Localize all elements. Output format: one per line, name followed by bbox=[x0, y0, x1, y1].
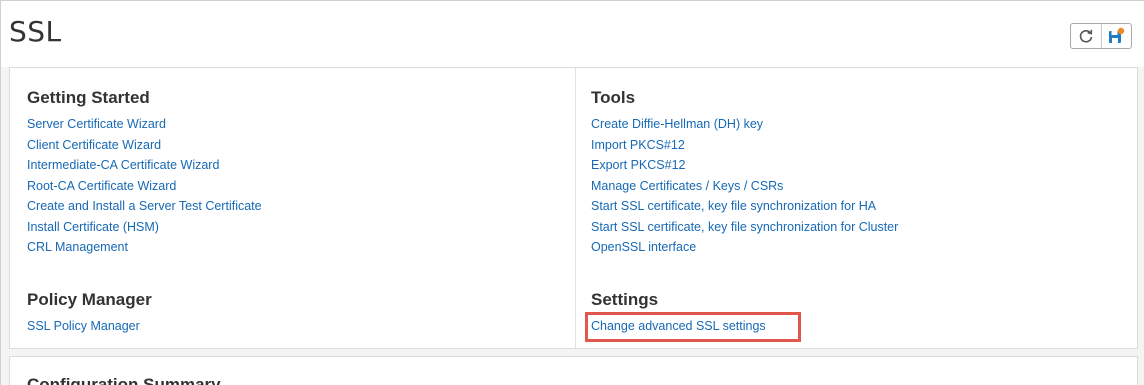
settings-heading: Settings bbox=[591, 290, 659, 309]
create-dh-key-link[interactable]: Create Diffie-Hellman (DH) key bbox=[591, 114, 898, 135]
page-header: SSL bbox=[1, 1, 1144, 67]
client-certificate-wizard-link[interactable]: Client Certificate Wizard bbox=[27, 135, 262, 156]
refresh-button[interactable] bbox=[1071, 24, 1101, 48]
policy-manager-heading: Policy Manager bbox=[27, 290, 152, 309]
save-button[interactable] bbox=[1100, 24, 1132, 48]
configuration-summary-heading: Configuration Summary bbox=[27, 375, 221, 385]
settings-section: Settings Change advanced SSL settings bbox=[591, 288, 766, 337]
configuration-summary-panel: Configuration Summary bbox=[9, 356, 1138, 385]
server-certificate-wizard-link[interactable]: Server Certificate Wizard bbox=[27, 114, 262, 135]
root-ca-certificate-wizard-link[interactable]: Root-CA Certificate Wizard bbox=[27, 176, 262, 197]
ssl-main-panel: Getting Started Server Certificate Wizar… bbox=[9, 67, 1138, 349]
tools-heading: Tools bbox=[591, 88, 636, 107]
getting-started-heading: Getting Started bbox=[27, 88, 150, 107]
manage-certificates-link[interactable]: Manage Certificates / Keys / CSRs bbox=[591, 176, 898, 197]
page-title: SSL bbox=[9, 15, 62, 48]
change-advanced-ssl-settings-link[interactable]: Change advanced SSL settings bbox=[591, 316, 766, 337]
ssl-page: SSL Getting Started Server Certificate W… bbox=[0, 0, 1144, 385]
getting-started-section: Getting Started Server Certificate Wizar… bbox=[27, 86, 262, 258]
column-divider bbox=[575, 68, 576, 348]
save-icon bbox=[1109, 27, 1125, 43]
openssl-interface-link[interactable]: OpenSSL interface bbox=[591, 237, 898, 258]
server-test-certificate-link[interactable]: Create and Install a Server Test Certifi… bbox=[27, 196, 262, 217]
sync-ha-link[interactable]: Start SSL certificate, key file synchron… bbox=[591, 196, 898, 217]
crl-management-link[interactable]: CRL Management bbox=[27, 237, 262, 258]
tools-section: Tools Create Diffie-Hellman (DH) key Imp… bbox=[591, 86, 898, 258]
intermediate-ca-certificate-wizard-link[interactable]: Intermediate-CA Certificate Wizard bbox=[27, 155, 262, 176]
install-certificate-hsm-link[interactable]: Install Certificate (HSM) bbox=[27, 217, 262, 238]
policy-manager-section: Policy Manager SSL Policy Manager bbox=[27, 288, 152, 337]
refresh-icon bbox=[1079, 29, 1093, 43]
import-pkcs12-link[interactable]: Import PKCS#12 bbox=[591, 135, 898, 156]
sync-cluster-link[interactable]: Start SSL certificate, key file synchron… bbox=[591, 217, 898, 238]
ssl-policy-manager-link[interactable]: SSL Policy Manager bbox=[27, 316, 152, 337]
header-toolbar bbox=[1070, 23, 1132, 49]
export-pkcs12-link[interactable]: Export PKCS#12 bbox=[591, 155, 898, 176]
